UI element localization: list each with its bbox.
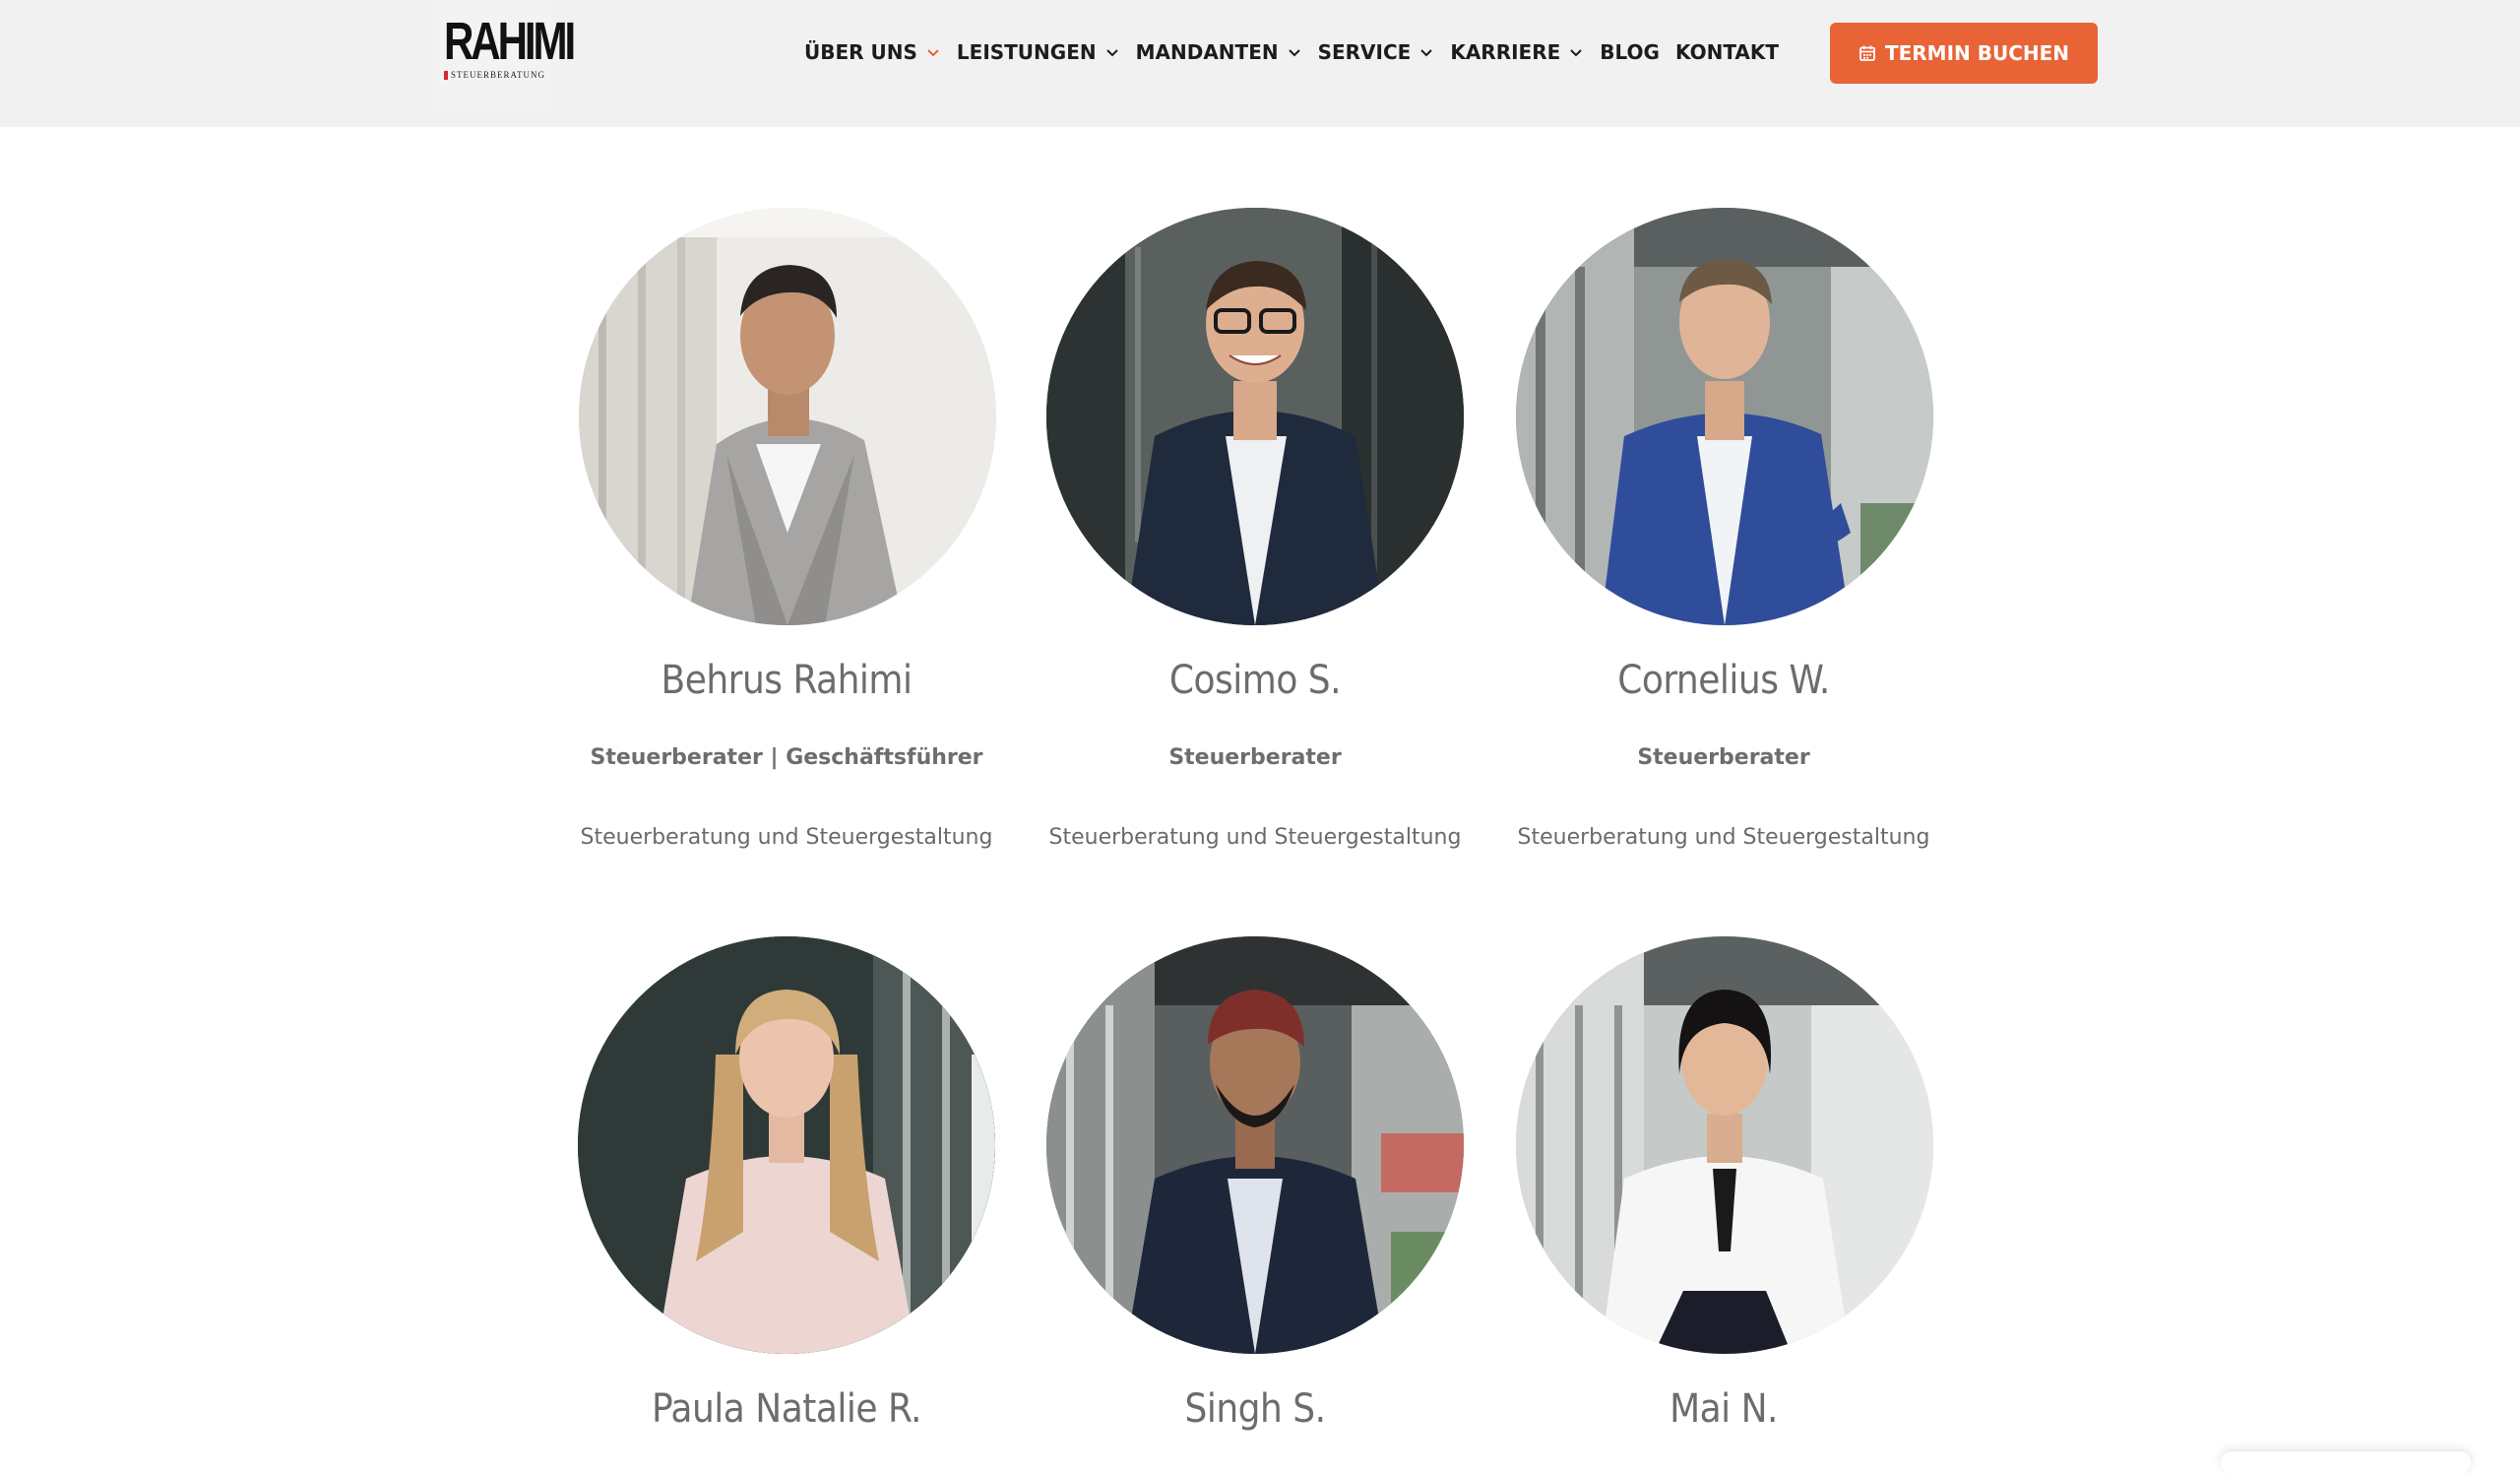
calendar-icon xyxy=(1858,44,1876,62)
rahimi-logo[interactable]: RAHIMI STEUERBERATUNG xyxy=(431,0,576,106)
team-photo xyxy=(1516,208,1933,625)
chevron-down-icon xyxy=(1104,44,1120,60)
nav-item-mandanten[interactable]: MANDANTEN xyxy=(1136,40,1302,64)
nav-item-leistungen[interactable]: LEISTUNGEN xyxy=(957,40,1120,64)
team-member-name: Mai N. xyxy=(1670,1386,1778,1432)
nav-item-label: KONTAKT xyxy=(1674,40,1780,64)
chevron-down-icon xyxy=(1287,44,1302,60)
nav-item-label: KARRIERE xyxy=(1450,40,1561,64)
nav-item-label: BLOG xyxy=(1600,40,1660,64)
team-member-description: Steuerberatung und Steuergestaltung xyxy=(580,825,993,850)
nav-item-label: LEISTUNGEN xyxy=(956,40,1097,64)
termin-buchen-button[interactable]: TERMIN BUCHEN xyxy=(1830,23,2098,84)
nav-item-label: MANDANTEN xyxy=(1135,40,1279,64)
main-nav: ÜBER UNS LEISTUNGEN MANDANTEN SERVICE KA… xyxy=(804,37,1795,67)
nav-item-ueber-uns[interactable]: ÜBER UNS xyxy=(804,40,941,64)
team-member-name: Cornelius W. xyxy=(1617,658,1830,703)
team-member-role: Steuerberater | Geschäftsführer xyxy=(590,745,983,770)
cta-label: TERMIN BUCHEN xyxy=(1884,41,2070,65)
team-photo xyxy=(1516,936,1933,1354)
team-member-description: Steuerberatung und Steuergestaltung xyxy=(1517,825,1930,850)
team-member-name: Cosimo S. xyxy=(1168,658,1342,703)
nav-item-service[interactable]: SERVICE xyxy=(1318,40,1435,64)
logo-red-mark xyxy=(444,71,448,80)
nav-item-kontakt[interactable]: KONTAKT xyxy=(1675,40,1779,64)
team-member-name: Paula Natalie R. xyxy=(652,1386,921,1432)
nav-item-label: SERVICE xyxy=(1317,40,1412,64)
team-photo xyxy=(578,936,995,1354)
team-member-role: Steuerberater xyxy=(1168,745,1342,770)
team-photo xyxy=(1046,936,1464,1354)
chevron-down-icon xyxy=(1568,44,1584,60)
site-header: RAHIMI STEUERBERATUNG ÜBER UNS LEISTUNGE… xyxy=(0,0,2520,127)
chevron-down-icon xyxy=(925,44,941,60)
team-photo xyxy=(1046,208,1464,625)
nav-item-karriere[interactable]: KARRIERE xyxy=(1450,40,1584,64)
team-member-role: Steuerberater xyxy=(1637,745,1810,770)
team-member-description: Steuerberatung und Steuergestaltung xyxy=(1048,825,1462,850)
nav-item-blog[interactable]: BLOG xyxy=(1600,40,1660,64)
chevron-down-icon xyxy=(1418,44,1434,60)
team-photo xyxy=(579,208,996,625)
team-member-name: Singh S. xyxy=(1184,1386,1326,1432)
logo-wordmark: RAHIMI xyxy=(444,12,576,71)
nav-item-label: ÜBER UNS xyxy=(804,40,917,64)
team-member-name: Behrus Rahimi xyxy=(661,658,913,703)
logo-subtitle: STEUERBERATUNG xyxy=(451,70,546,80)
chat-widget[interactable] xyxy=(2221,1451,2471,1473)
